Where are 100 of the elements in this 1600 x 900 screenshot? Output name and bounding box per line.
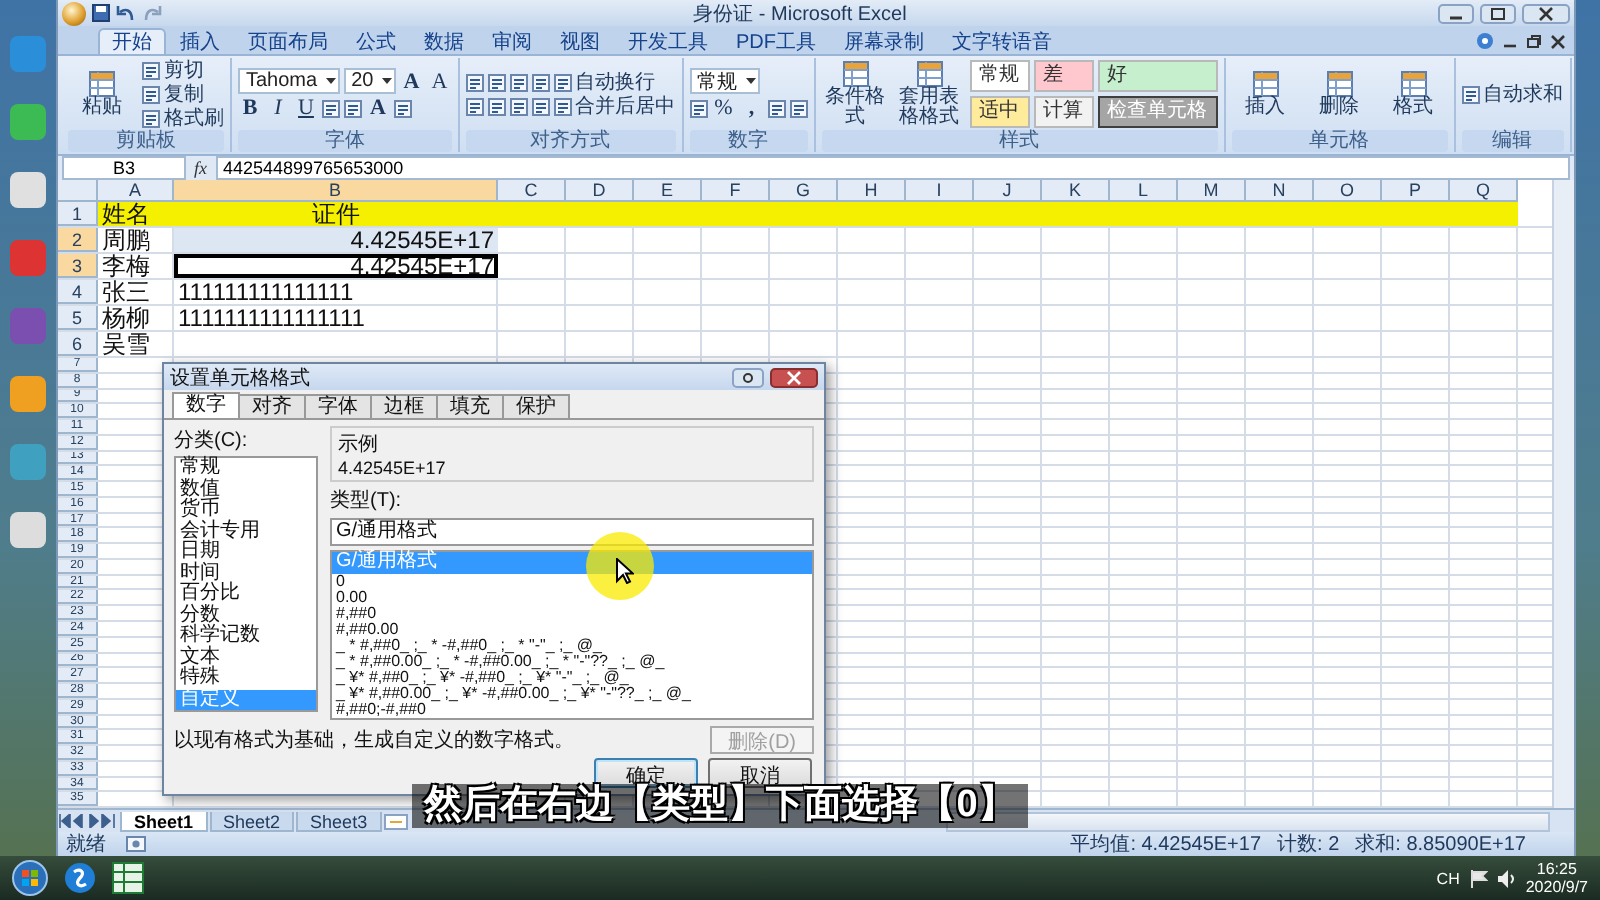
column-header[interactable]: D: [566, 180, 634, 202]
function-label[interactable]: fx: [194, 158, 207, 178]
column-header[interactable]: P: [1382, 180, 1450, 202]
ribbon-button[interactable]: 自动换行: [553, 71, 656, 93]
row-header[interactable]: 2: [58, 228, 98, 252]
clock-time[interactable]: 16:25: [1536, 860, 1577, 878]
round-app-icon[interactable]: [64, 862, 96, 894]
ribbon-tab[interactable]: 数据: [410, 28, 478, 54]
desktop-shortcut-icon[interactable]: [10, 172, 46, 208]
restore-icon[interactable]: [1526, 33, 1542, 49]
cell-style-swatch[interactable]: 差: [1033, 60, 1094, 92]
ribbon-button[interactable]: 复制: [142, 83, 204, 105]
ribbon-button[interactable]: 格式刷: [142, 107, 224, 129]
close-icon[interactable]: [1522, 3, 1570, 23]
format-item[interactable]: 0.00: [332, 589, 812, 605]
dropdown-field[interactable]: 常规: [689, 68, 760, 94]
dialog-tab[interactable]: 填充: [436, 394, 504, 418]
category-item[interactable]: 货币: [176, 500, 316, 521]
cell-style-swatch[interactable]: 好: [1097, 60, 1218, 92]
ribbon-button[interactable]: 删除: [1305, 70, 1374, 118]
toolbar-button[interactable]: [689, 99, 708, 117]
toolbar-button[interactable]: [394, 99, 412, 117]
ribbon-button[interactable]: 剪切: [142, 59, 204, 81]
ribbon-button[interactable]: 合并后居中: [553, 95, 676, 117]
column-header[interactable]: K: [1042, 180, 1110, 202]
help-icon[interactable]: [732, 367, 764, 387]
cell-style-swatch[interactable]: 常规: [969, 60, 1030, 92]
category-item[interactable]: 分数: [176, 605, 316, 626]
format-item[interactable]: #,##0.00: [332, 621, 812, 637]
category-item[interactable]: 文本: [176, 647, 316, 668]
toolbar-button[interactable]: [509, 97, 528, 115]
vertical-scrollbar[interactable]: [1552, 180, 1574, 808]
ribbon-tab[interactable]: 屏幕录制: [830, 28, 938, 54]
row-header[interactable]: 6: [58, 332, 98, 356]
column-header[interactable]: O: [1314, 180, 1382, 202]
column-header[interactable]: Q: [1450, 180, 1518, 202]
format-button[interactable]: ,: [739, 96, 764, 120]
speaker-icon[interactable]: [1497, 869, 1516, 887]
category-item[interactable]: 会计专用: [176, 521, 316, 542]
row-header[interactable]: 4: [58, 280, 98, 304]
toolbar-button[interactable]: [465, 97, 484, 115]
category-item[interactable]: 特殊: [176, 668, 316, 689]
column-header[interactable]: J: [974, 180, 1042, 202]
format-item[interactable]: 0: [332, 573, 812, 589]
category-item[interactable]: 数值: [176, 479, 316, 500]
formula-field[interactable]: 442544899765653000: [215, 156, 1570, 180]
format-button[interactable]: I: [266, 96, 290, 120]
language-indicator[interactable]: CH: [1436, 869, 1460, 887]
name-box[interactable]: B3: [62, 156, 186, 180]
format-button[interactable]: A: [427, 69, 452, 93]
dialog-tab[interactable]: 数字: [172, 392, 240, 418]
sheet-tab[interactable]: Sheet3: [296, 811, 382, 831]
dialog-tab[interactable]: 边框: [370, 394, 438, 418]
ribbon-tab[interactable]: 开发工具: [614, 28, 722, 54]
toolbar-button[interactable]: [487, 73, 506, 91]
ribbon-button[interactable]: 条件格式: [821, 60, 890, 128]
column-header[interactable]: H: [838, 180, 906, 202]
ribbon-button[interactable]: 套用表格格式: [895, 60, 964, 128]
desktop-shortcut-icon[interactable]: [10, 512, 46, 548]
undo-icon[interactable]: [116, 4, 136, 22]
ribbon-tab[interactable]: 审阅: [478, 28, 546, 54]
type-input-field[interactable]: G/通用格式: [330, 518, 814, 546]
format-item[interactable]: _ * #,##0_ ;_ * -#,##0_ ;_ * "-"_ ;_ @_: [332, 637, 812, 653]
category-item[interactable]: 时间: [176, 563, 316, 584]
toolbar-button[interactable]: [767, 99, 786, 117]
dialog-tab[interactable]: 字体: [304, 394, 372, 418]
macro-record-icon[interactable]: [126, 836, 146, 852]
column-header[interactable]: I: [906, 180, 974, 202]
close-icon[interactable]: [770, 367, 818, 387]
toolbar-button[interactable]: [344, 99, 362, 117]
maximize-icon[interactable]: [1480, 3, 1516, 23]
close-icon[interactable]: [1550, 33, 1566, 49]
sheet-tab[interactable]: Sheet2: [209, 811, 295, 831]
sheet-tab[interactable]: Sheet1: [120, 811, 208, 831]
ribbon-tab[interactable]: 公式: [342, 28, 410, 54]
format-button[interactable]: A: [399, 69, 424, 93]
toolbar-button[interactable]: [465, 73, 484, 91]
ribbon-tab[interactable]: 文字转语音: [938, 28, 1066, 54]
ribbon-tab[interactable]: 页面布局: [234, 28, 342, 54]
category-item[interactable]: 日期: [176, 542, 316, 563]
cell-style-swatch[interactable]: 计算: [1033, 96, 1094, 128]
spreadsheet-icon[interactable]: [112, 862, 144, 894]
row-header[interactable]: 5: [58, 306, 98, 330]
column-header[interactable]: B: [174, 180, 498, 202]
format-button[interactable]: A: [366, 96, 390, 120]
save-icon[interactable]: [92, 4, 110, 22]
category-item[interactable]: 百分比: [176, 584, 316, 605]
category-item[interactable]: 常规: [176, 458, 316, 479]
toolbar-button[interactable]: [322, 99, 340, 117]
row-header[interactable]: 3: [58, 254, 98, 278]
column-header[interactable]: M: [1178, 180, 1246, 202]
column-header[interactable]: N: [1246, 180, 1314, 202]
column-header[interactable]: A: [98, 180, 174, 202]
ribbon-tab[interactable]: 视图: [546, 28, 614, 54]
column-header[interactable]: G: [770, 180, 838, 202]
toolbar-button[interactable]: [789, 99, 808, 117]
column-header[interactable]: E: [634, 180, 702, 202]
toolbar-button[interactable]: [531, 97, 550, 115]
ribbon-button[interactable]: 自动求和: [1461, 83, 1564, 105]
dropdown-field[interactable]: Tahoma: [238, 68, 340, 94]
